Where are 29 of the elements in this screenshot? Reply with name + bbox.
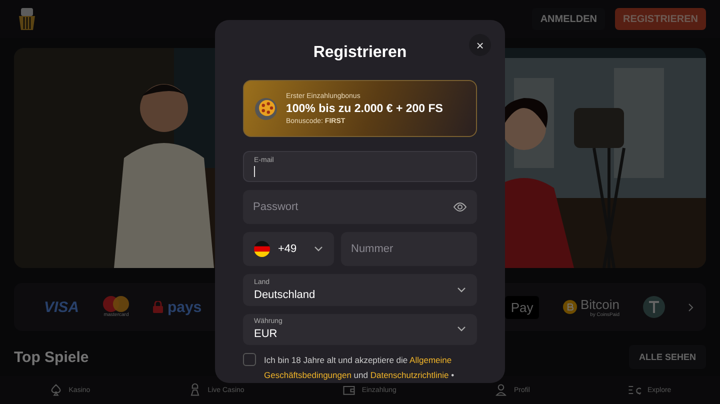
bonus-headline: 100% bis zu 2.000 € + 200 FS <box>286 102 443 114</box>
wallet-icon <box>342 383 356 397</box>
country-code-select[interactable]: +49 <box>243 232 334 266</box>
eye-icon[interactable] <box>453 202 467 212</box>
phone-number-field[interactable]: Nummer <box>341 232 477 266</box>
terms-link[interactable]: Allgemeine <box>410 354 452 365</box>
password-field[interactable]: Passwort <box>243 190 477 224</box>
chevron-down-icon <box>314 246 323 252</box>
chevron-down-icon <box>457 326 466 332</box>
close-button[interactable]: × <box>469 34 491 56</box>
logo-icon <box>18 8 36 30</box>
search-list-icon <box>627 383 642 397</box>
consent-text: Ich bin 18 Jahre alt und akzeptiere die Allgemeine Geschäftsbedingungen und Datenschutzrichtlinie • <box>264 354 456 382</box>
dialog-title: Registrieren <box>312 44 408 62</box>
apple-pay-logo: Pay <box>504 296 540 318</box>
paysafe-logo: pays <box>153 298 202 316</box>
terms-link[interactable]: Geschäftsbedingungen <box>264 370 352 380</box>
chevron-down-icon <box>457 286 466 293</box>
terms-link[interactable]: Datenschutzrichtlinie <box>370 370 449 380</box>
chevron-right-icon[interactable] <box>688 302 694 312</box>
film-reel-icon <box>254 96 278 120</box>
visa-logo: VISA <box>44 298 80 316</box>
germany-flag-icon <box>254 241 270 258</box>
section-title: Top Spiele <box>14 348 89 366</box>
spade-icon <box>48 383 63 397</box>
see-all-button[interactable]: ALLE SEHEN <box>628 345 706 369</box>
tether-logo <box>642 296 665 318</box>
consent-checkbox[interactable] <box>243 352 256 366</box>
user-icon <box>494 383 508 397</box>
